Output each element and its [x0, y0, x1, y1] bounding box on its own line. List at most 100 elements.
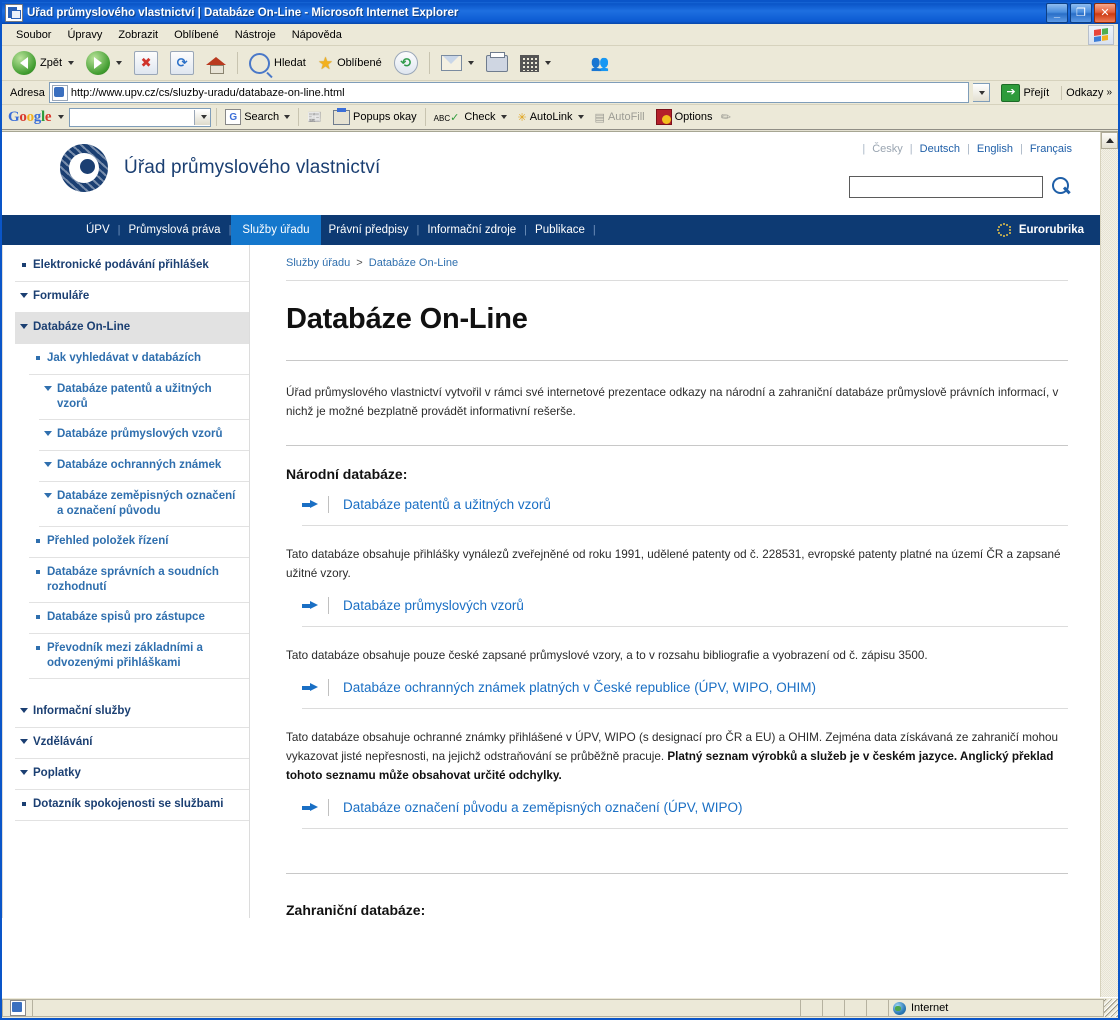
mail-icon [440, 55, 462, 71]
search-button[interactable]: Hledat [244, 50, 311, 77]
sidebar-item-10[interactable]: Databáze spisů pro zástupce [29, 603, 249, 634]
chevron-down-icon[interactable] [500, 115, 507, 119]
database-link-row[interactable]: Databáze patentů a užitných vzorů [302, 496, 1068, 526]
scroll-up-button[interactable] [1101, 132, 1118, 149]
site-brand[interactable]: Úřad průmyslového vlastnictví [2, 132, 380, 192]
section-divider [286, 873, 1068, 874]
nav-item-pravni-predpisy[interactable]: Právní předpisy [321, 224, 417, 236]
minimize-button[interactable]: _ [1046, 3, 1068, 23]
menu-item-edit[interactable]: Úpravy [59, 27, 110, 43]
links-button[interactable]: Odkazy » [1061, 85, 1116, 100]
sidebar-item-6[interactable]: Databáze ochranných známek [39, 451, 249, 482]
nav-item-publikace[interactable]: Publikace [527, 224, 593, 236]
forward-button[interactable] [81, 48, 127, 78]
google-search-button[interactable]: G Search [222, 108, 293, 126]
menu-item-tools[interactable]: Nástroje [227, 27, 284, 43]
database-link[interactable]: Databáze průmyslových vzorů [343, 598, 524, 613]
chevron-double-right-icon[interactable]: » [1106, 87, 1112, 98]
sidebar-item-7[interactable]: Databáze zeměpisných označení a označení… [39, 482, 249, 527]
edit-button[interactable] [515, 52, 556, 75]
menu-item-favorites[interactable]: Oblíbené [166, 27, 227, 43]
sidebar-item-9[interactable]: Databáze správních a soudních rozhodnutí [29, 558, 249, 603]
google-spellcheck-button[interactable]: ABC✓ Check [431, 110, 510, 125]
database-link-row[interactable]: Databáze označení původu a zeměpisných o… [302, 799, 1068, 829]
back-button[interactable]: Zpět [7, 48, 79, 78]
sidebar-item-5[interactable]: Databáze průmyslových vzorů [39, 420, 249, 451]
nav-item-upv[interactable]: ÚPV [78, 224, 118, 236]
sidebar-item-12[interactable]: Informační služby [15, 697, 249, 728]
menu-item-view[interactable]: Zobrazit [110, 27, 166, 43]
address-input[interactable]: http://www.upv.cz/cs/sluzby-uradu/databa… [48, 82, 970, 103]
language-link-en[interactable]: English [977, 143, 1013, 155]
chevron-down-icon[interactable] [194, 109, 211, 125]
google-popup-blocker-button[interactable]: Popups okay [330, 107, 420, 126]
eurorubrika-button[interactable]: Eurorubrika [997, 215, 1084, 245]
language-link-de[interactable]: Deutsch [920, 143, 960, 155]
chevron-down-icon[interactable] [284, 115, 291, 119]
breadcrumb-parent[interactable]: Služby úřadu [286, 257, 350, 269]
breadcrumb-separator: > [356, 257, 363, 269]
close-button[interactable]: ✕ [1094, 3, 1116, 23]
page-title: Databáze On-Line [286, 303, 528, 335]
favorites-button[interactable]: ★ Oblíbené [313, 52, 387, 75]
chevron-down-icon[interactable] [116, 61, 123, 65]
google-autolink-button[interactable]: ✳ AutoLink [515, 110, 587, 125]
language-link-fr[interactable]: Français [1030, 143, 1072, 155]
refresh-button[interactable]: ⟳ [165, 48, 199, 78]
database-link-row[interactable]: Databáze průmyslových vzorů [302, 597, 1068, 627]
sidebar-item-label: Elektronické podávání přihlášek [33, 259, 209, 271]
google-options-button[interactable]: Options [653, 108, 716, 126]
scrollbar-track[interactable] [1101, 149, 1118, 997]
messenger-button[interactable]: 👥 [586, 51, 615, 75]
sidebar-item-15[interactable]: Dotazník spokojenosti se službami [15, 790, 249, 821]
options-label: Options [674, 111, 713, 123]
sidebar-item-1[interactable]: Formuláře [15, 282, 249, 313]
address-dropdown-button[interactable] [973, 83, 991, 102]
sidebar-item-0[interactable]: Elektronické podávání přihlášek [15, 251, 249, 282]
chevron-down-icon[interactable] [544, 61, 551, 65]
mail-button[interactable] [436, 52, 479, 74]
nav-item-prumyslova-prava[interactable]: Průmyslová práva [121, 224, 229, 236]
database-blocks: Databáze patentů a užitných vzorů Tato da… [286, 496, 1068, 829]
print-button[interactable] [481, 51, 513, 75]
chevron-down-icon[interactable] [467, 61, 474, 65]
chevron-down-icon[interactable] [68, 61, 75, 65]
sidebar-item-11[interactable]: Převodník mezi základními a odvozenými p… [29, 634, 249, 679]
google-menu-chevron-down-icon[interactable] [58, 115, 65, 119]
language-link-cs[interactable]: Česky [872, 143, 903, 155]
sidebar-item-4[interactable]: Databáze patentů a užitných vzorů [39, 375, 249, 420]
history-button[interactable]: ⟲ [389, 48, 423, 78]
highlighter-icon[interactable]: ✎ [717, 108, 734, 125]
menu-item-file[interactable]: Soubor [8, 27, 59, 43]
database-link-row[interactable]: Databáze ochranných známek platných v Če… [302, 679, 1068, 709]
site-search-input[interactable] [849, 176, 1043, 198]
google-autofill-button[interactable]: ▤ AutoFill [592, 110, 648, 125]
database-description-text: Tato databáze obsahuje pouze české zapsa… [286, 649, 928, 662]
go-button[interactable]: ➔ Přejít [996, 83, 1054, 103]
site-brand-name: Úřad průmyslového vlastnictví [124, 157, 381, 178]
database-link[interactable]: Databáze patentů a užitných vzorů [343, 497, 551, 512]
google-news-button[interactable]: 📰 [304, 109, 325, 125]
nav-item-sluzby-uradu[interactable]: Služby úřadu [231, 215, 321, 245]
sidebar-item-8[interactable]: Přehled položek řízení [29, 527, 249, 558]
breadcrumb-current[interactable]: Databáze On-Line [369, 257, 458, 269]
web-page: Úřad průmyslového vlastnictví | Česky | … [2, 132, 1100, 997]
database-link[interactable]: Databáze ochranných známek platných v Če… [343, 680, 816, 695]
sidebar-item-14[interactable]: Poplatky [15, 759, 249, 790]
sidebar-item-label: Databáze spisů pro zástupce [47, 611, 205, 623]
google-search-input[interactable] [69, 107, 212, 127]
sidebar-item-3[interactable]: Jak vyhledávat v databázích [29, 344, 249, 375]
chevron-down-icon[interactable] [577, 115, 584, 119]
link-divider [328, 496, 329, 513]
vertical-scrollbar[interactable] [1100, 132, 1118, 997]
home-button[interactable] [201, 51, 231, 75]
database-link[interactable]: Databáze označení původu a zeměpisných o… [343, 800, 742, 815]
menu-item-help[interactable]: Nápověda [284, 27, 350, 43]
nav-item-informacni-zdroje[interactable]: Informační zdroje [419, 224, 524, 236]
stop-button[interactable]: ✖ [129, 48, 163, 78]
resize-grip[interactable] [1104, 999, 1118, 1017]
sidebar-item-2[interactable]: Databáze On-Line [15, 313, 249, 344]
maximize-button[interactable]: ❐ [1070, 3, 1092, 23]
sidebar-item-13[interactable]: Vzdělávání [15, 728, 249, 759]
search-icon[interactable] [1052, 177, 1072, 197]
